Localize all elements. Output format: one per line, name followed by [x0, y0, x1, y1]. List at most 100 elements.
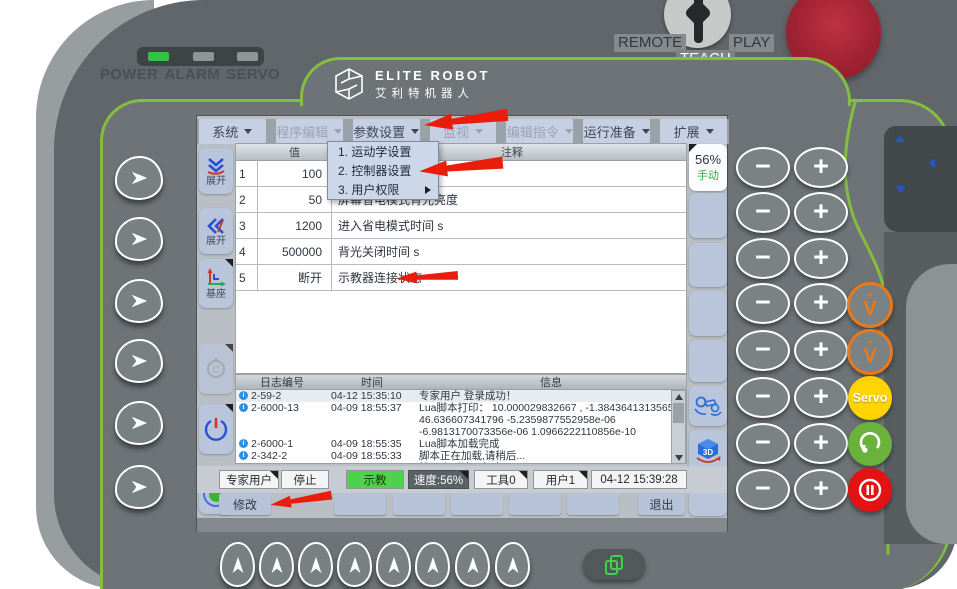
expand-left-button[interactable]: 展开 [199, 208, 233, 254]
power-led [148, 52, 169, 61]
bottom-key-7[interactable] [455, 542, 490, 587]
info-icon: i [239, 463, 248, 464]
joystick-icon [693, 393, 723, 419]
servo-led [237, 52, 258, 61]
indicator-led-panel [137, 47, 264, 66]
power-control-button[interactable] [199, 404, 233, 454]
up-arrow-icon [347, 555, 363, 575]
datetime-display: 04-12 15:39:28 [591, 470, 687, 489]
menu-item-kinematics[interactable]: 1. 运动学设置 [328, 142, 438, 161]
left-key-3[interactable] [115, 279, 163, 323]
jog-minus-key-1[interactable]: − [736, 147, 790, 188]
tool-frame-button[interactable]: 工具0 [474, 470, 528, 489]
speed-override-button[interactable]: 56% 手动 [689, 144, 727, 191]
info-icon: i [239, 391, 248, 400]
table-row[interactable]: 2 50 屏幕省电模式背光亮度 [236, 187, 686, 213]
stick-down-arrow-icon[interactable] [896, 186, 906, 193]
jog-minus-key-3[interactable]: − [736, 238, 790, 279]
jog-minus-key-2[interactable]: − [736, 192, 790, 233]
run-state-indicator: 停止 [281, 470, 329, 489]
menu-item-user-permission[interactable]: 3. 用户权限 [328, 180, 438, 199]
jog-minus-key-7[interactable]: − [736, 423, 790, 464]
stick-up-arrow-icon[interactable] [895, 135, 905, 142]
user-frame-button[interactable]: 用户1 [533, 470, 588, 489]
run-button[interactable] [848, 422, 892, 466]
left-key-2[interactable] [115, 217, 163, 261]
left-key-6[interactable] [115, 465, 163, 509]
up-arrow-icon [230, 555, 246, 575]
jog-minus-key-4[interactable]: − [736, 283, 790, 324]
bottom-key-6[interactable] [415, 542, 450, 587]
log-scrollbar[interactable] [671, 390, 686, 464]
soft-key-blank[interactable] [451, 493, 503, 515]
stick-left-arrow-icon[interactable] [928, 158, 935, 168]
menu-run-prepare[interactable]: 运行准备 [583, 119, 650, 144]
soft-key-blank[interactable] [509, 493, 561, 515]
scroll-up-icon[interactable] [675, 394, 683, 400]
up-arrow-icon [425, 555, 441, 575]
right-arrow-icon [128, 230, 150, 248]
side-blank-button[interactable] [689, 291, 727, 336]
side-blank-button[interactable] [689, 243, 727, 287]
alarm-led [193, 52, 214, 61]
table-row[interactable]: 5 断开 示教器连接状态 [236, 265, 686, 291]
bottom-key-8[interactable] [495, 542, 530, 587]
exit-button[interactable]: 退出 [638, 493, 685, 515]
bottom-key-1[interactable] [220, 542, 255, 587]
jog-plus-key-7[interactable]: + [794, 423, 848, 464]
soft-key-blank[interactable] [334, 493, 386, 515]
pointing-stick-panel [884, 126, 957, 232]
jog-plus-key-6[interactable]: + [794, 377, 848, 418]
pause-icon [857, 477, 883, 503]
servo-button[interactable]: Servo [848, 376, 892, 420]
bottom-key-4[interactable] [337, 542, 372, 587]
velocity-down-button[interactable]: − V [847, 329, 893, 375]
jog-plus-key-4[interactable]: + [794, 283, 848, 324]
soft-key-blank[interactable] [567, 493, 619, 515]
menu-system[interactable]: 系统 [199, 119, 266, 144]
speed-indicator: 速度:56% [408, 470, 469, 489]
grip-handle [906, 264, 957, 544]
scroll-thumb[interactable] [673, 403, 684, 423]
bottom-key-3[interactable] [298, 542, 333, 587]
modify-button[interactable]: 修改 [219, 493, 271, 515]
left-key-5[interactable] [115, 401, 163, 445]
chevron-down-icon [475, 129, 483, 134]
left-key-4[interactable] [115, 339, 163, 383]
table-row[interactable]: 4 500000 背光关闭时间 s [236, 239, 686, 265]
soft-key-blank[interactable] [393, 493, 445, 515]
jog-plus-key-8[interactable]: + [794, 469, 848, 510]
jog-minus-key-6[interactable]: − [736, 377, 790, 418]
side-blank-button[interactable] [689, 340, 727, 382]
jog-plus-key-5[interactable]: + [794, 330, 848, 371]
left-key-1[interactable] [115, 156, 163, 200]
jog-plus-key-3[interactable]: + [794, 238, 848, 279]
jog-device-button[interactable] [689, 386, 727, 426]
bottom-key-5[interactable] [376, 542, 411, 587]
page-switch-button[interactable] [583, 549, 645, 580]
jog-plus-key-2[interactable]: + [794, 192, 848, 233]
bottom-key-2[interactable] [259, 542, 294, 587]
elite-cube-logo-icon [333, 67, 365, 101]
jog-plus-key-1[interactable]: + [794, 147, 848, 188]
velocity-up-button[interactable]: + V [847, 282, 893, 328]
jog-minus-key-8[interactable]: − [736, 469, 790, 510]
parameter-table: 值 注释 1 100 屏 2 50 屏幕省电模式背光亮度 3 1200 进入省电… [235, 143, 687, 374]
jog-minus-key-5[interactable]: − [736, 330, 790, 371]
scroll-down-icon[interactable] [675, 455, 683, 461]
table-row[interactable]: 3 1200 进入省电模式时间 s [236, 213, 686, 239]
base-frame-button[interactable]: 基座 [199, 259, 233, 308]
menu-extend[interactable]: 扩展 [660, 119, 727, 144]
expand-down-button[interactable]: 展开 [199, 148, 233, 194]
pause-button[interactable] [848, 468, 892, 512]
up-arrow-icon [308, 555, 324, 575]
log-time-header: 时间 [328, 374, 416, 390]
submenu-arrow-icon [425, 186, 431, 194]
logo-subtitle: 艾利特机器人 [375, 85, 474, 101]
log-row: i2-59-2 04-12 15:35:10 专家用户 登录成功！ [236, 390, 686, 402]
speed-percent: 56% [695, 152, 721, 167]
user-level-button[interactable]: 专家用户 [219, 470, 279, 489]
side-blank-button[interactable] [689, 193, 727, 238]
log-row: i2-1020-7D 04-09 18:55:02 机器人到达目标点 [236, 462, 686, 464]
screen-bottom-strip [197, 518, 727, 532]
